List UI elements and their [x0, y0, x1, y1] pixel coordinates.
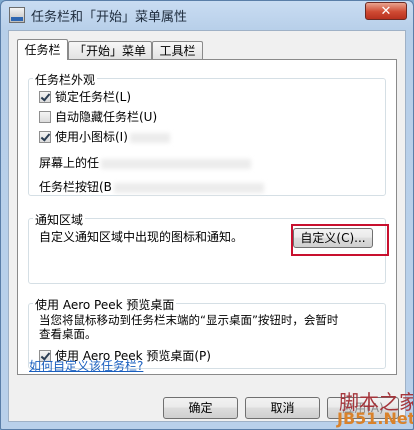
watermark-site-url: JB51.Net [337, 409, 414, 428]
checkbox-label: 自动隐藏任务栏(U) [55, 110, 158, 124]
red-highlight-box [291, 224, 389, 256]
autohide-taskbar-checkbox[interactable]: 自动隐藏任务栏(U) [39, 109, 157, 125]
tab-toolbars[interactable]: 工具栏 [152, 41, 203, 59]
aero-peek-description-line2: 查看桌面。 [39, 327, 97, 341]
dialog-client-area: 任务栏 「开始」菜单 工具栏 任务栏外观 锁定任务栏(L) 自动隐藏任务栏(U)… [8, 30, 406, 422]
notification-description: 自定义通知区域中出现的图标和通知。 [39, 230, 244, 244]
taskbar-app-icon [9, 7, 25, 23]
taskbar-buttons-row: 任务栏按钮(B [39, 179, 264, 195]
group-legend-appearance: 任务栏外观 [33, 71, 98, 88]
small-icons-checkbox[interactable]: 使用小图标(I) [39, 129, 170, 145]
cancel-button[interactable]: 取消 [245, 397, 320, 419]
taskbar-location-row: 屏幕上的任 [39, 155, 252, 171]
close-button[interactable]: ✕ [365, 2, 407, 20]
obscured-location-select[interactable] [101, 158, 252, 169]
ok-button[interactable]: 确定 [163, 397, 238, 419]
tab-start-menu[interactable]: 「开始」菜单 [68, 41, 152, 59]
checkbox-box[interactable] [39, 90, 51, 103]
checkbox-box[interactable] [39, 110, 51, 123]
checkbox-label: 使用小图标(I) [55, 130, 128, 144]
obscured-text [129, 132, 170, 143]
taskbar-location-label: 屏幕上的任 [39, 156, 100, 170]
group-legend-notification: 通知区域 [33, 211, 86, 228]
obscured-buttons-select[interactable] [113, 182, 264, 193]
checkbox-box[interactable] [39, 130, 51, 143]
window-title: 任务栏和「开始」菜单属性 [31, 10, 188, 25]
lock-taskbar-checkbox[interactable]: 锁定任务栏(L) [39, 89, 131, 105]
checkbox-label: 锁定任务栏(L) [55, 90, 132, 104]
properties-dialog: 任务栏和「开始」菜单属性 ✕ 任务栏 「开始」菜单 工具栏 任务栏外观 锁定任务… [0, 0, 414, 430]
group-taskbar-appearance: 任务栏外观 锁定任务栏(L) 自动隐藏任务栏(U) 使用小图标(I) 屏幕上的任… [28, 71, 386, 196]
group-legend-aero-peek: 使用 Aero Peek 预览桌面 [33, 296, 177, 313]
tab-taskbar[interactable]: 任务栏 [17, 39, 68, 60]
title-bar[interactable]: 任务栏和「开始」菜单属性 ✕ [1, 1, 413, 29]
tab-panel-taskbar: 任务栏外观 锁定任务栏(L) 自动隐藏任务栏(U) 使用小图标(I) 屏幕上的任… [17, 59, 397, 375]
taskbar-buttons-label: 任务栏按钮(B [39, 180, 112, 194]
help-link-customize-taskbar[interactable]: 如何自定义该任务栏? [29, 357, 143, 374]
